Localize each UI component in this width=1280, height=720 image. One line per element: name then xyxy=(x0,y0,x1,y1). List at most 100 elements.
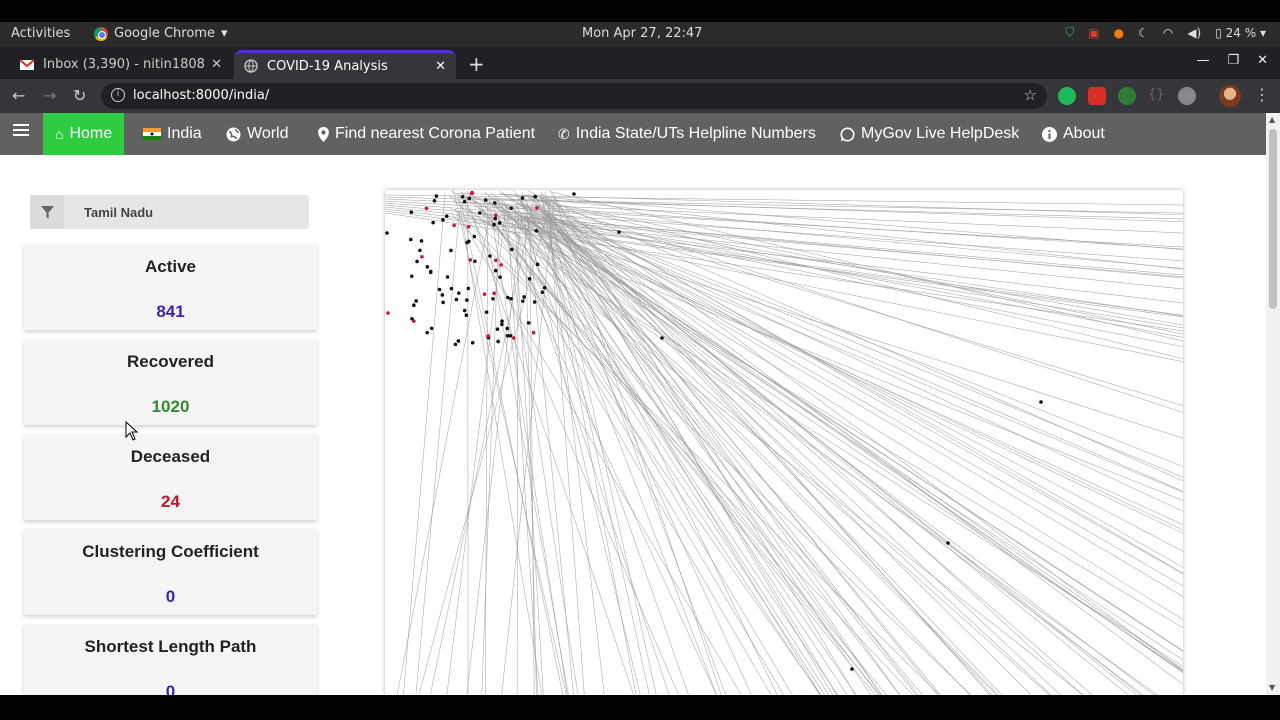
graph-node[interactable] xyxy=(483,198,488,202)
graph-node[interactable] xyxy=(420,255,424,259)
graph-node[interactable] xyxy=(1039,400,1043,404)
graph-node[interactable] xyxy=(532,300,537,304)
graph-node[interactable] xyxy=(454,297,459,302)
network-graph-canvas[interactable] xyxy=(385,190,1183,695)
maximize-icon[interactable]: ❐ xyxy=(1227,53,1239,68)
minimize-icon[interactable]: — xyxy=(1196,53,1209,68)
app-menu[interactable]: Google Chrome ▾ xyxy=(94,26,228,41)
graph-node[interactable] xyxy=(509,206,513,210)
graph-node[interactable] xyxy=(495,327,500,331)
graph-node[interactable] xyxy=(466,286,471,291)
graph-node[interactable] xyxy=(492,222,496,227)
evernote-extension-icon[interactable] xyxy=(1118,87,1136,105)
tab-inbox[interactable]: Inbox (3,390) - nitin18082 ✕ xyxy=(10,50,232,79)
graph-node[interactable] xyxy=(509,296,513,301)
state-filter[interactable]: Tamil Nadu xyxy=(30,195,309,229)
graph-node[interactable] xyxy=(410,316,414,321)
bookmark-star-icon[interactable]: ☆ xyxy=(1024,86,1037,104)
reload-icon[interactable]: ↻ xyxy=(73,86,86,105)
graph-node[interactable] xyxy=(493,201,497,205)
graph-node[interactable] xyxy=(500,322,504,327)
back-icon[interactable]: ← xyxy=(12,86,25,105)
graph-node[interactable] xyxy=(477,211,482,215)
graph-node[interactable] xyxy=(449,286,454,291)
close-icon[interactable]: ✕ xyxy=(211,57,222,72)
graph-node[interactable] xyxy=(505,326,509,331)
graph-node[interactable] xyxy=(520,196,525,200)
nav-world[interactable]: World xyxy=(226,113,289,155)
graph-node[interactable] xyxy=(456,339,461,343)
graph-node[interactable] xyxy=(660,336,664,340)
graph-node[interactable] xyxy=(428,270,433,275)
graph-node[interactable] xyxy=(617,230,621,234)
graph-node[interactable] xyxy=(493,213,498,218)
graph-node[interactable] xyxy=(535,206,539,210)
new-tab-button[interactable]: + xyxy=(468,52,485,76)
graph-node[interactable] xyxy=(466,224,471,229)
graph-node[interactable] xyxy=(535,262,540,267)
graph-node[interactable] xyxy=(409,210,414,214)
graph-node[interactable] xyxy=(499,263,504,267)
network-graph[interactable] xyxy=(385,190,1183,695)
hamburger-icon[interactable] xyxy=(13,124,29,138)
graph-node[interactable] xyxy=(484,310,489,314)
nav-india[interactable]: India xyxy=(143,113,202,155)
page-scrollbar[interactable]: ▲ ▼ xyxy=(1266,113,1280,695)
graph-node[interactable] xyxy=(456,291,461,295)
graph-node[interactable] xyxy=(432,199,437,203)
graph-node[interactable] xyxy=(419,239,424,243)
graph-node[interactable] xyxy=(412,303,416,308)
adblock-extension-icon[interactable] xyxy=(1088,87,1106,105)
close-window-icon[interactable]: ✕ xyxy=(1257,53,1268,68)
graph-node[interactable] xyxy=(533,194,538,199)
graph-node[interactable] xyxy=(505,295,510,300)
graph-node[interactable] xyxy=(473,259,477,264)
graph-node[interactable] xyxy=(408,237,413,242)
graph-node[interactable] xyxy=(496,339,500,344)
graph-node[interactable] xyxy=(440,293,445,297)
graph-node[interactable] xyxy=(465,298,469,302)
grammarly-extension-icon[interactable] xyxy=(1058,87,1076,105)
graph-node[interactable] xyxy=(497,221,502,225)
tab-covid-analysis[interactable]: COVID-19 Analysis ✕ xyxy=(234,50,456,79)
graph-node[interactable] xyxy=(464,313,469,317)
address-bar[interactable]: i localhost:8000/india/ ☆ xyxy=(101,83,1047,109)
graph-node[interactable] xyxy=(385,231,389,235)
graph-node[interactable] xyxy=(470,340,475,345)
graph-node[interactable] xyxy=(498,275,502,279)
graph-node[interactable] xyxy=(510,247,514,252)
close-icon[interactable]: ✕ xyxy=(435,59,446,74)
graph-node[interactable] xyxy=(434,194,439,198)
nav-home[interactable]: ⌂ Home xyxy=(43,113,125,155)
graph-node[interactable] xyxy=(467,196,472,201)
graph-node[interactable] xyxy=(472,234,477,239)
info-icon[interactable]: i xyxy=(111,88,125,102)
graph-node[interactable] xyxy=(500,319,504,323)
incognito-extension-icon[interactable] xyxy=(1178,87,1196,105)
graph-node[interactable] xyxy=(492,291,496,296)
nav-helpline[interactable]: ✆ India State/UTs Helpline Numbers xyxy=(558,113,816,155)
graph-node[interactable] xyxy=(425,330,429,335)
graph-node[interactable] xyxy=(449,248,453,253)
graph-node[interactable] xyxy=(444,214,449,218)
profile-avatar[interactable] xyxy=(1219,85,1241,107)
menu-icon[interactable]: ⋮ xyxy=(1254,85,1270,104)
graph-node[interactable] xyxy=(520,299,525,303)
json-extension-icon[interactable]: {} xyxy=(1148,87,1166,105)
graph-node[interactable] xyxy=(409,274,414,279)
graph-node[interactable] xyxy=(486,334,490,338)
graph-node[interactable] xyxy=(491,297,495,301)
nav-find-patient[interactable]: Find nearest Corona Patient xyxy=(318,113,535,155)
scrollbar-thumb[interactable] xyxy=(1269,129,1277,309)
activities-button[interactable]: Activities xyxy=(11,26,70,41)
graph-node[interactable] xyxy=(460,195,465,199)
scroll-up-icon[interactable]: ▲ xyxy=(1269,115,1275,124)
forward-icon[interactable]: → xyxy=(43,86,56,105)
graph-node[interactable] xyxy=(429,326,434,331)
graph-node[interactable] xyxy=(527,277,532,281)
system-tray[interactable]: ⛉ ▣ ● ☾ ◠ ◀) ▯ 24 % ▾ xyxy=(1065,25,1266,40)
graph-node[interactable] xyxy=(415,259,419,264)
graph-node[interactable] xyxy=(441,300,445,305)
graph-node[interactable] xyxy=(462,199,467,204)
graph-node[interactable] xyxy=(534,229,539,233)
